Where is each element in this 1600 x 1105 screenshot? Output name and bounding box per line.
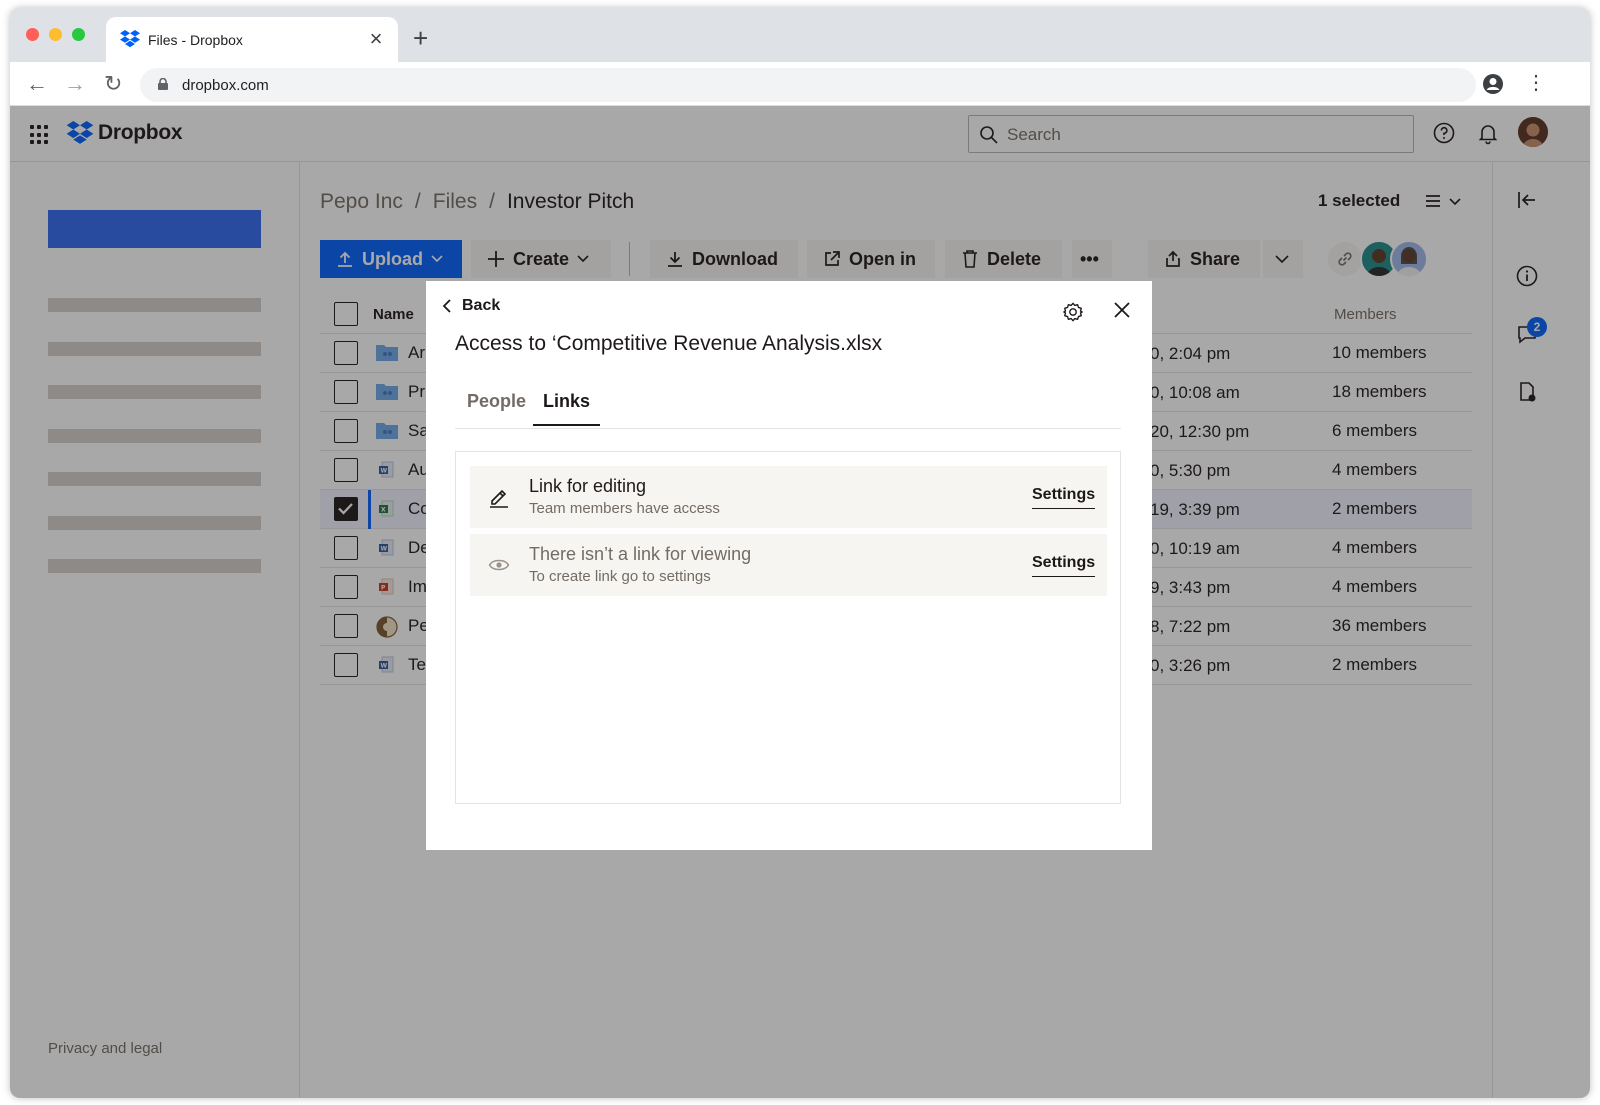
forward-arrow-icon[interactable]: → <box>64 72 86 96</box>
link-title: Link for editing <box>529 476 647 496</box>
back-label: Back <box>462 297 501 314</box>
tab-links[interactable]: Links <box>533 391 601 426</box>
back-arrow-icon[interactable]: ← <box>26 72 48 96</box>
new-tab-button[interactable]: + <box>413 25 428 51</box>
link-subtitle: Team members have access <box>529 500 720 517</box>
modal-tabs: People Links <box>455 381 1121 429</box>
browser-window: Files - Dropbox × + ← → ↻ dropbox.com ⋮ <box>10 8 1590 1098</box>
link-subtitle: To create link go to settings <box>529 568 711 585</box>
url-text: dropbox.com <box>182 77 269 94</box>
minimize-window-button[interactable] <box>49 28 62 41</box>
pencil-icon <box>490 489 508 508</box>
link-row-editing: Link for editing Team members have acces… <box>470 466 1107 528</box>
link-title: There isn’t a link for viewing <box>529 544 752 564</box>
link-row-viewing: There isn’t a link for viewing To create… <box>470 534 1107 596</box>
reload-icon[interactable]: ↻ <box>104 72 122 96</box>
back-button[interactable]: Back <box>442 297 500 315</box>
links-panel: Link for editing Team members have acces… <box>455 451 1121 804</box>
close-icon[interactable] <box>1112 300 1132 320</box>
browser-menu-icon[interactable]: ⋮ <box>1526 71 1546 95</box>
tab-close-icon[interactable]: × <box>364 26 388 52</box>
eye-icon <box>488 559 510 571</box>
dropbox-favicon-icon <box>120 30 140 48</box>
lock-icon <box>158 78 168 90</box>
browser-tab[interactable]: Files - Dropbox × <box>106 17 398 62</box>
close-window-button[interactable] <box>26 28 39 41</box>
gear-icon[interactable] <box>1062 301 1084 323</box>
modal-title: Access to ‘Competitive Revenue Analysis.… <box>455 332 883 355</box>
address-bar[interactable]: dropbox.com <box>140 68 1476 102</box>
access-modal: Back Access to ‘Competitive Revenue Anal… <box>426 281 1152 850</box>
browser-profile-icon[interactable] <box>1482 73 1504 95</box>
maximize-window-button[interactable] <box>72 28 85 41</box>
link-settings-button[interactable]: Settings <box>1032 486 1096 509</box>
chevron-left-icon <box>442 299 451 313</box>
browser-toolbar: ← → ↻ dropbox.com ⋮ <box>10 62 1590 106</box>
tab-people[interactable]: People <box>457 391 536 424</box>
link-settings-button[interactable]: Settings <box>1032 554 1096 577</box>
window-controls <box>26 28 85 41</box>
browser-tab-strip: Files - Dropbox × + <box>10 8 1590 62</box>
tab-title: Files - Dropbox <box>148 32 243 48</box>
